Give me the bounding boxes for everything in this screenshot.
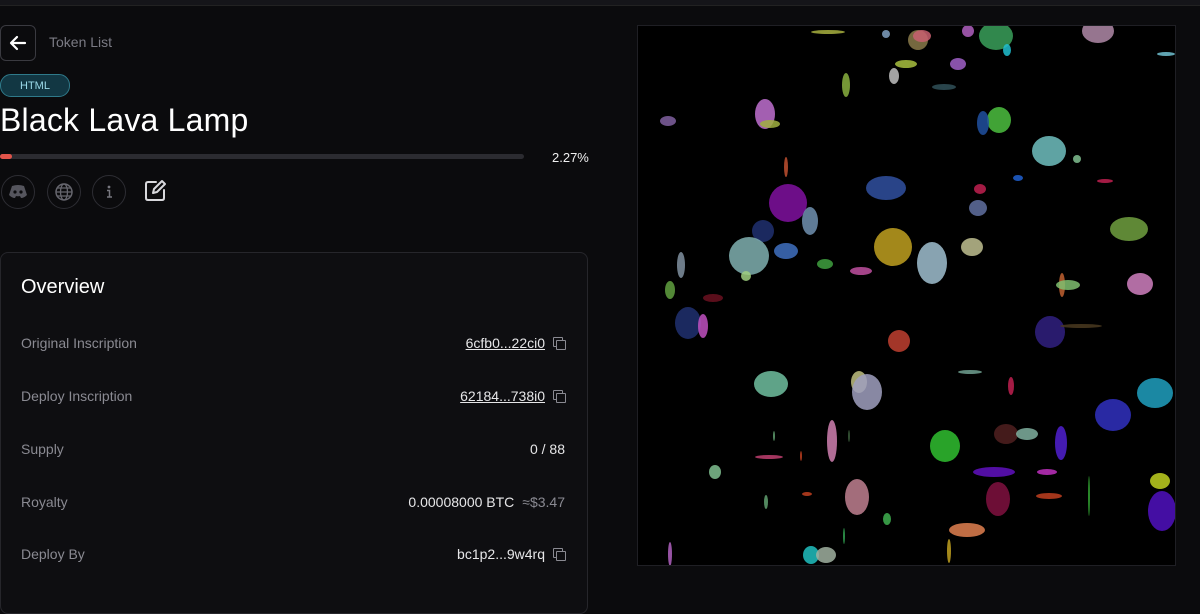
royalty-value: 0.00008000 BTC ≈$3.47 <box>408 494 565 510</box>
page-title: Black Lava Lamp <box>0 102 249 138</box>
top-border <box>0 0 1200 6</box>
mint-progress-fill <box>0 154 12 159</box>
deploy-by-value: bc1p2...9w4rq <box>457 546 566 562</box>
discord-icon <box>9 185 27 198</box>
info-icon <box>107 185 112 198</box>
lava-lamp-artwork <box>660 26 1175 565</box>
royalty-label: Royalty <box>21 494 68 510</box>
discord-link[interactable] <box>1 175 35 209</box>
website-link[interactable] <box>47 175 81 209</box>
copy-icon[interactable] <box>553 390 566 403</box>
original-inscription-label: Original Inscription <box>21 335 137 351</box>
royalty-btc: 0.00008000 BTC <box>408 494 515 510</box>
overview-title: Overview <box>21 276 105 298</box>
arrow-left-icon <box>9 35 27 51</box>
copy-icon[interactable] <box>553 548 566 561</box>
edit-icon[interactable] <box>143 179 167 203</box>
info-button[interactable] <box>92 175 126 209</box>
deploy-by-address: bc1p2...9w4rq <box>457 546 545 562</box>
royalty-usd: ≈$3.47 <box>522 494 565 510</box>
back-button[interactable] <box>0 25 36 61</box>
deploy-inscription-label: Deploy Inscription <box>21 388 133 404</box>
supply-value: 0 / 88 <box>529 441 565 457</box>
deploy-by-label: Deploy By <box>21 546 85 562</box>
mint-progress-label: 2.27% <box>552 150 589 165</box>
mint-progress-bar <box>0 154 524 159</box>
supply-label: Supply <box>21 441 64 457</box>
token-type-badge: HTML <box>0 74 70 97</box>
deploy-inscription-value: 62184...738i0 <box>460 388 566 404</box>
original-inscription-value: 6cfb0...22ci0 <box>466 335 566 351</box>
deploy-inscription-link[interactable]: 62184...738i0 <box>460 388 545 404</box>
token-artwork-preview <box>637 25 1176 566</box>
globe-icon <box>55 183 73 201</box>
copy-icon[interactable] <box>553 337 566 350</box>
original-inscription-link[interactable]: 6cfb0...22ci0 <box>466 335 545 351</box>
breadcrumb-token-list[interactable]: Token List <box>49 34 112 50</box>
